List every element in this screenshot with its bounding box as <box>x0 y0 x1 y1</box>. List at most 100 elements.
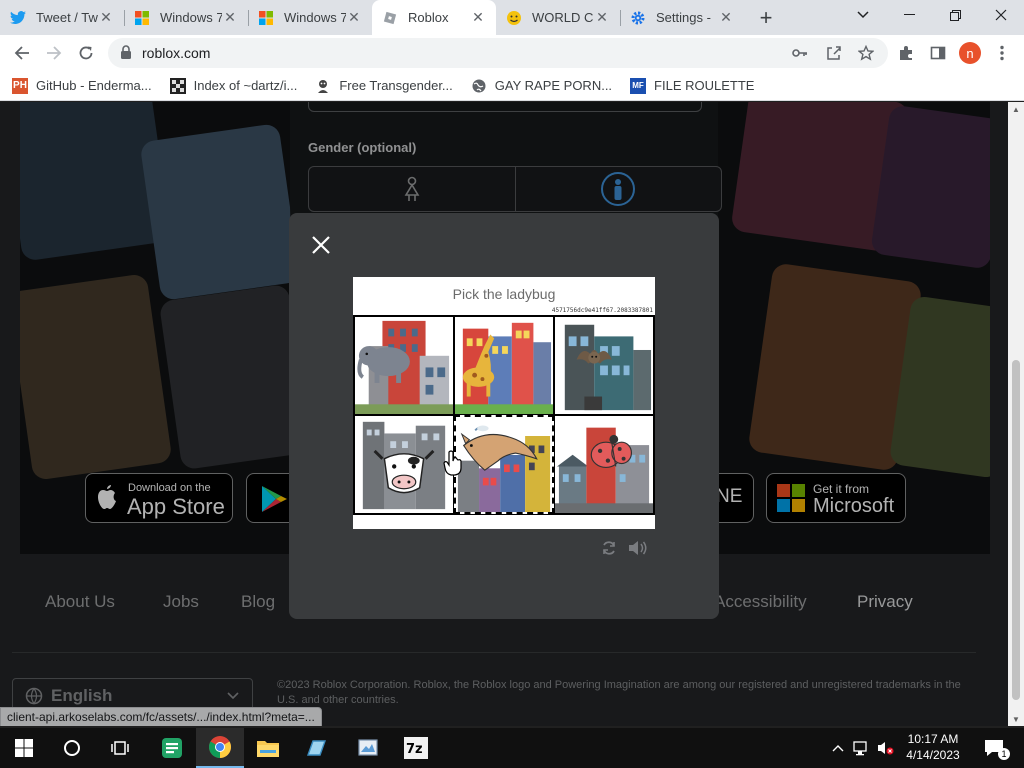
elephant-building-image <box>355 320 453 414</box>
tab-title: Roblox <box>408 10 449 25</box>
tab-close-icon[interactable]: ✕ <box>594 9 610 26</box>
tab-settings[interactable]: Settings - ✕ <box>620 0 744 35</box>
kebab-menu-icon[interactable] <box>990 41 1014 65</box>
tab-close-icon[interactable]: ✕ <box>470 9 486 26</box>
tab-close-icon[interactable]: ✕ <box>222 9 238 26</box>
captcha-tile-cow[interactable] <box>354 415 454 514</box>
taskbar-sheets[interactable] <box>148 728 196 768</box>
captcha-tile-elephant[interactable] <box>354 316 454 415</box>
taskbar-app[interactable] <box>292 728 340 768</box>
7zip-icon: 7z <box>404 737 428 759</box>
tab-world[interactable]: WORLD C ✕ <box>496 0 620 35</box>
tab-windows-7-b[interactable]: Windows 7 ✕ <box>248 0 372 35</box>
sheets-icon <box>162 738 182 758</box>
tab-title: Tweet / Tw <box>36 10 98 25</box>
file-explorer-icon <box>257 741 279 757</box>
ladybug-building-image <box>555 427 653 513</box>
bookmark-label: Index of ~dartz/i... <box>193 78 298 93</box>
bookmark-index[interactable]: Index of ~dartz/i... <box>169 77 298 94</box>
tab-close-icon[interactable]: ✕ <box>346 9 362 26</box>
forward-arrow-icon[interactable] <box>42 41 66 65</box>
bookmark-globe[interactable]: GAY RAPE PORN... <box>471 78 612 94</box>
reload-icon[interactable] <box>74 41 98 65</box>
paint-icon <box>358 739 378 756</box>
minimize-button[interactable] <box>886 0 932 30</box>
tab-title: Settings - <box>656 10 711 25</box>
system-clock[interactable]: 10:17 AM 4/14/2023 <box>900 731 966 763</box>
bookmarks-bar: PH GitHub - Enderma... Index of ~dartz/i… <box>0 71 1024 101</box>
task-view-button[interactable] <box>96 728 144 768</box>
tray-overflow-chevron-icon[interactable] <box>828 738 848 758</box>
tab-close-icon[interactable]: ✕ <box>98 9 114 26</box>
hand-cursor-icon <box>443 450 462 476</box>
page-scrollbar[interactable]: ▲ ▼ <box>1008 102 1024 726</box>
browser-toolbar: roblox.com n <box>0 35 1024 71</box>
task-view-icon <box>111 741 129 755</box>
taskbar-paint[interactable] <box>344 728 392 768</box>
tab-windows-7-a[interactable]: Windows 7 ✕ <box>124 0 248 35</box>
bookmark-label: GitHub - Enderma... <box>36 78 152 93</box>
tab-title: Windows 7 <box>160 10 222 25</box>
clock-date: 4/14/2023 <box>906 748 960 762</box>
close-window-button[interactable] <box>978 0 1024 30</box>
refresh-icon[interactable] <box>598 539 620 557</box>
restore-button[interactable] <box>932 0 978 30</box>
audio-speaker-icon[interactable] <box>627 539 649 557</box>
captcha-modal: Pick the ladybug 4571756dc9e41ff67.20833… <box>289 213 719 619</box>
address-bar[interactable]: roblox.com <box>108 38 888 68</box>
cow-building-image <box>362 421 446 510</box>
captcha-prompt: Pick the ladybug <box>452 286 556 302</box>
captcha-tile-kangaroo[interactable] <box>454 415 554 514</box>
captcha-session-id: 4571756dc9e41ff67.2083387801 <box>551 307 653 314</box>
captcha-tile-giraffe[interactable] <box>454 316 554 415</box>
lock-icon[interactable] <box>120 45 132 65</box>
close-icon[interactable] <box>309 233 333 257</box>
grid-icon <box>169 77 186 94</box>
windows-icon <box>258 10 274 26</box>
tab-search-chevron-icon[interactable] <box>840 0 886 30</box>
captcha-grid <box>353 315 655 515</box>
cortana-icon <box>64 740 80 756</box>
tab-twitter[interactable]: Tweet / Tw ✕ <box>0 0 124 35</box>
notification-badge: 1 <box>998 748 1010 760</box>
bookmark-free[interactable]: Free Transgender... <box>315 78 453 94</box>
bookmark-label: FILE ROULETTE <box>654 78 755 93</box>
taskbar-chrome[interactable] <box>196 728 244 768</box>
bookmark-github[interactable]: PH GitHub - Enderma... <box>12 77 152 94</box>
new-tab-button[interactable]: + <box>748 0 784 35</box>
volume-muted-icon[interactable] <box>876 738 896 758</box>
twitter-icon <box>10 10 26 26</box>
extensions-puzzle-icon[interactable] <box>894 41 918 65</box>
profile-avatar[interactable]: n <box>959 42 981 64</box>
bookmark-label: Free Transgender... <box>339 78 453 93</box>
taskbar-file-explorer[interactable] <box>244 728 292 768</box>
bat-building-image <box>564 324 652 411</box>
start-button[interactable] <box>0 728 48 768</box>
side-panel-icon[interactable] <box>926 41 950 65</box>
captcha-tile-ladybug[interactable] <box>554 415 654 514</box>
kangaroo-building-image <box>457 425 551 512</box>
taskbar-7zip[interactable]: 7z <box>392 728 440 768</box>
windows-taskbar: 7z 10:17 AM 4/14/2023 1 <box>0 728 1024 768</box>
scroll-thumb[interactable] <box>1012 360 1020 700</box>
bookmark-star-icon[interactable] <box>856 43 876 63</box>
captcha-tile-bat[interactable] <box>554 316 654 415</box>
back-arrow-icon[interactable] <box>10 41 34 65</box>
tab-roblox[interactable]: Roblox ✕ <box>372 0 496 35</box>
giraffe-building-image <box>455 322 553 414</box>
share-icon[interactable] <box>824 43 844 63</box>
tab-title: Windows 7 <box>284 10 346 25</box>
scroll-down-arrow-icon[interactable]: ▼ <box>1008 712 1024 726</box>
tab-close-icon[interactable]: ✕ <box>718 9 734 26</box>
scroll-up-arrow-icon[interactable]: ▲ <box>1008 102 1024 116</box>
network-icon[interactable] <box>852 738 872 758</box>
cortana-button[interactable] <box>48 728 96 768</box>
action-center-icon[interactable]: 1 <box>982 738 1010 760</box>
svg-text:7z: 7z <box>406 742 423 757</box>
chrome-icon <box>209 736 231 758</box>
bookmark-file-roulette[interactable]: MF FILE ROULETTE <box>630 77 755 94</box>
key-icon[interactable] <box>790 43 810 63</box>
ph-icon: PH <box>12 77 28 94</box>
tab-title: WORLD C <box>532 10 594 25</box>
captcha-panel: Pick the ladybug 4571756dc9e41ff67.20833… <box>353 277 655 529</box>
